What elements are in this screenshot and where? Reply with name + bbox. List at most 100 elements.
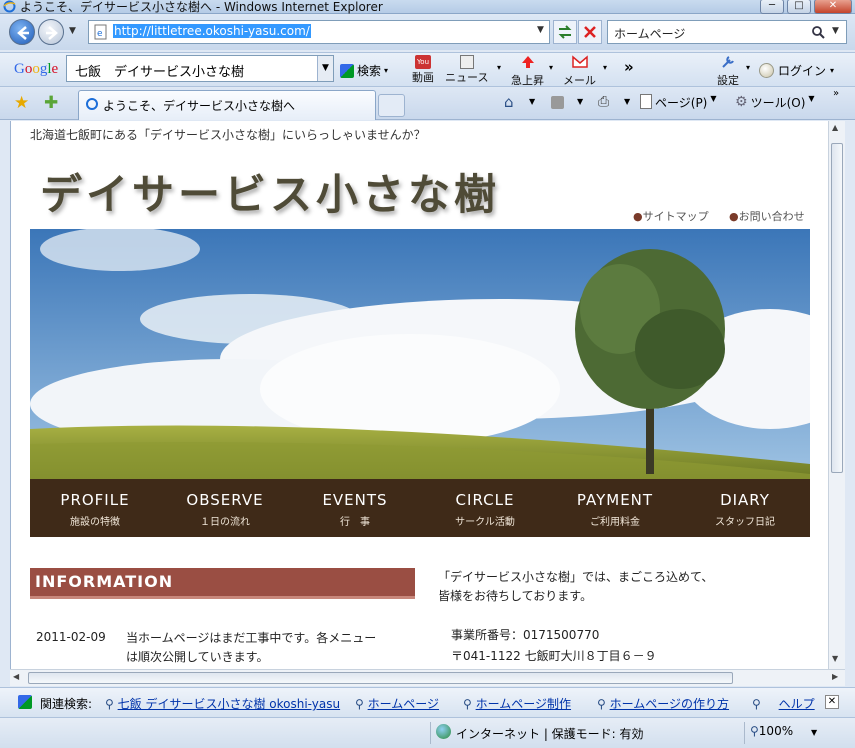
news-item: 当ホームページはまだ工事中です。各メニュー は順次公開していきます。 — [126, 631, 377, 664]
toolbar-more-chevron[interactable]: » — [833, 88, 839, 99]
stop-button[interactable] — [578, 20, 602, 44]
scroll-down-icon[interactable]: ▼ — [832, 654, 838, 663]
close-icon[interactable]: ✕ — [825, 695, 839, 709]
zoom-control[interactable]: ⚲100% ▼ — [750, 724, 817, 738]
history-dropdown-icon[interactable]: ▼ — [69, 26, 76, 36]
news-icon — [459, 55, 474, 69]
news-date: 2011-02-09 — [36, 630, 106, 644]
feeds-icon[interactable] — [551, 96, 564, 109]
horizontal-scrollbar[interactable]: ◀ ▶ — [10, 669, 845, 686]
search-dropdown-icon[interactable]: ▼ — [832, 26, 839, 36]
nav-observe[interactable]: OBSERVE １日の流れ — [160, 479, 290, 528]
wrench-icon — [722, 56, 734, 68]
nav-events[interactable]: EVENTS 行 事 — [290, 479, 420, 528]
forward-button[interactable] — [38, 19, 64, 45]
google-logo: Google — [14, 61, 59, 77]
close-button[interactable]: ✕ — [814, 0, 852, 14]
tab-active[interactable]: ようこそ、デイサービス小さな樹へ — [78, 90, 376, 120]
related-help[interactable]: ⚲ ヘルプ — [752, 695, 815, 712]
search-icon[interactable] — [811, 25, 825, 39]
search-input[interactable]: ホームページ — [614, 25, 685, 42]
google-g-icon — [340, 63, 354, 78]
url-dropdown-icon[interactable]: ▼ — [537, 25, 544, 35]
page-menu[interactable]: ページ(P) ▼ — [640, 94, 717, 111]
stop-icon — [584, 26, 596, 38]
status-bar: インターネット | 保護モード: 有効 ⚲100% ▼ — [0, 717, 855, 748]
nav-profile[interactable]: PROFILE 施設の特徴 — [30, 479, 160, 528]
toolbar-video[interactable]: You 動画 — [412, 55, 434, 85]
vertical-scrollbar[interactable]: ▲ ▼ — [828, 121, 845, 669]
vertical-scroll-thumb[interactable] — [831, 143, 843, 473]
related-label: 関連検索: — [40, 697, 93, 711]
refresh-button[interactable] — [553, 20, 577, 44]
info-heading-bar: INFORMATION — [30, 568, 415, 599]
minimize-button[interactable]: ─ — [760, 0, 784, 14]
gear-icon: ⚙ — [735, 94, 748, 110]
related-search-bar: 関連検索: ⚲ 七飯 デイサービス小さな樹 okoshi-yasu ⚲ ホームペ… — [0, 687, 855, 717]
nav-diary[interactable]: DIARY スタッフ日記 — [680, 479, 810, 528]
toolbar-mail[interactable]: メール — [563, 55, 596, 88]
tools-menu[interactable]: ⚙ ツール(O) ▼ — [735, 94, 815, 111]
google-search-button[interactable]: 検索 ▾ — [340, 62, 388, 79]
user-icon — [759, 63, 774, 78]
forward-arrow-icon — [46, 26, 58, 40]
hero-image — [30, 229, 810, 479]
login-button[interactable]: ログイン ▾ — [759, 62, 834, 79]
nav-payment[interactable]: PAYMENT ご利用料金 — [550, 479, 680, 528]
print-icon[interactable]: ⎙ — [598, 94, 609, 110]
page-icon-small — [640, 94, 652, 109]
search-icon: ⚲ — [597, 697, 606, 711]
related-link-3[interactable]: ⚲ ホームページ制作 — [463, 695, 571, 712]
horizontal-scroll-thumb[interactable] — [28, 672, 733, 684]
arrow-circle-icon: ● — [633, 210, 643, 223]
refresh-icon — [558, 25, 572, 39]
security-zone[interactable]: インターネット | 保護モード: 有効 — [456, 725, 644, 742]
toolbar-settings[interactable]: 設定 — [717, 55, 739, 88]
address-bar[interactable]: e http://littletree.okoshi-yasu.com/ ▼ — [88, 20, 550, 44]
window-title: ようこそ、デイサービス小さな樹へ - Windows Internet Expl… — [20, 0, 383, 14]
ie-page-icon — [86, 98, 98, 110]
youtube-icon: You — [415, 55, 431, 69]
favorites-star-icon[interactable]: ★ — [14, 93, 29, 113]
search-icon: ⚲ — [752, 697, 761, 711]
google-search-label: 検索 — [357, 64, 382, 78]
search-icon: ⚲ — [355, 697, 364, 711]
google-g-icon — [18, 695, 32, 709]
url-text[interactable]: http://littletree.okoshi-yasu.com/ — [113, 24, 311, 38]
site-logo[interactable]: デイサービス小さな樹 — [40, 161, 500, 222]
more-chevron[interactable]: » — [624, 58, 634, 76]
related-link-4[interactable]: ⚲ ホームページの作り方 — [597, 695, 729, 712]
related-link-2[interactable]: ⚲ ホームページ — [355, 695, 439, 712]
tab-title: ようこそ、デイサービス小さな樹へ — [103, 99, 296, 113]
search-icon: ⚲ — [105, 697, 114, 711]
title-bar: ようこそ、デイサービス小さな樹へ - Windows Internet Expl… — [0, 0, 855, 14]
search-box[interactable]: ホームページ ▼ — [607, 20, 847, 44]
page-viewport: 北海道七飯町にある「デイサービス小さな樹」にいらっしゃいませんか？ デイサービス… — [10, 121, 828, 669]
info-heading: INFORMATION — [35, 572, 174, 591]
scroll-up-icon[interactable]: ▲ — [832, 123, 838, 132]
toolbar-trend[interactable]: 急上昇 — [511, 55, 544, 88]
google-search-input[interactable]: 七飯 デイサービス小さな樹 ▼ — [66, 55, 334, 82]
tagline: 北海道七飯町にある「デイサービス小さな樹」にいらっしゃいませんか？ — [30, 128, 426, 142]
scroll-right-icon[interactable]: ▶ — [832, 672, 838, 681]
search-icon: ⚲ — [463, 697, 472, 711]
back-arrow-icon — [17, 26, 29, 40]
new-tab-button[interactable] — [378, 94, 405, 117]
gmail-icon — [571, 55, 588, 68]
toolbar-news[interactable]: ニュース — [445, 55, 488, 85]
related-link-1[interactable]: ⚲ 七飯 デイサービス小さな樹 okoshi-yasu — [105, 695, 340, 712]
scroll-left-icon[interactable]: ◀ — [13, 672, 19, 681]
svg-text:e: e — [97, 29, 103, 39]
globe-icon — [436, 724, 451, 739]
google-query-dropdown[interactable]: ▼ — [317, 56, 333, 81]
zoom-icon: ⚲ — [750, 724, 759, 738]
sitemap-link[interactable]: ●サイトマップ — [633, 208, 709, 224]
home-icon[interactable]: ⌂ — [504, 93, 514, 111]
trend-arrow-icon — [521, 56, 534, 68]
nav-circle[interactable]: CIRCLE サークル活動 — [420, 479, 550, 528]
intro-text: 「デイサービス小さな樹」では、まごころ込めて、 皆様をお待ちしております。 — [438, 570, 714, 603]
contact-link[interactable]: ●お問い合わせ — [729, 208, 805, 224]
add-favorites-icon[interactable]: ✚ — [44, 93, 58, 113]
maximize-button[interactable]: □ — [787, 0, 811, 14]
back-button[interactable] — [9, 19, 35, 45]
